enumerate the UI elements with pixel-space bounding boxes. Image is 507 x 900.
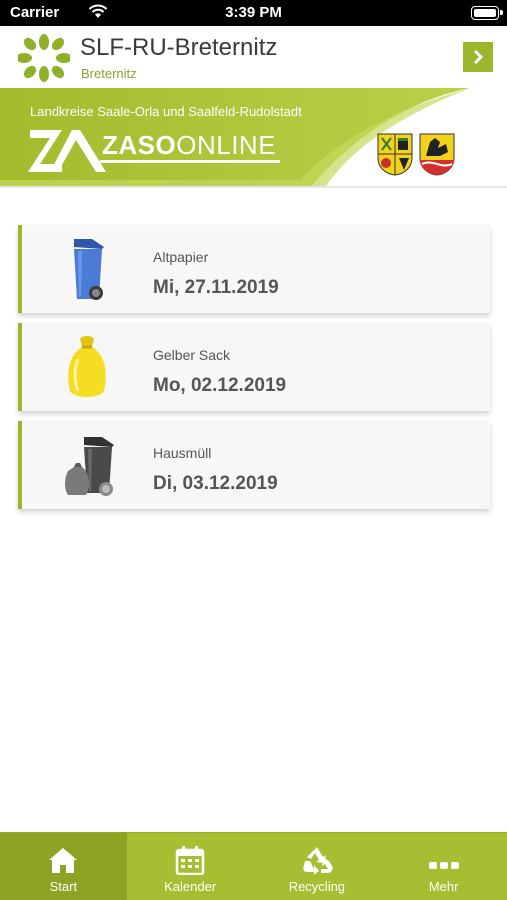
clock: 3:39 PM <box>225 4 282 21</box>
next-location-button[interactable] <box>463 42 493 72</box>
app-header: SLF-RU-Breternitz Breternitz <box>0 26 507 90</box>
pickup-date: Di, 03.12.2019 <box>153 473 278 494</box>
page-title: SLF-RU-Breternitz <box>80 34 278 61</box>
tab-bar: Start Kalender Recycling Mehr <box>0 832 507 900</box>
zaso-banner: Landkreise Saale-Orla und Saalfeld-Rudol… <box>0 88 507 188</box>
black-bin-icon <box>62 431 118 499</box>
pickup-label: Hausmüll <box>153 445 212 461</box>
wordmark-underline <box>100 160 280 163</box>
pickup-label: Gelber Sack <box>153 347 231 363</box>
battery-icon <box>471 6 503 20</box>
tab-label: Start <box>49 879 78 894</box>
recycling-icon <box>303 847 333 875</box>
banner-region-text: Landkreise Saale-Orla und Saalfeld-Rudol… <box>30 104 302 119</box>
blue-bin-icon <box>64 235 110 303</box>
tab-label: Mehr <box>428 879 459 894</box>
pickup-card-altpapier[interactable]: Altpapier Mi, 27.11.2019 <box>18 225 490 313</box>
pickup-date: Mo, 02.12.2019 <box>153 375 287 396</box>
calendar-icon <box>175 846 205 875</box>
pickup-list: Altpapier Mi, 27.11.2019 Gelber Sack Mo,… <box>18 225 490 519</box>
pickup-date: Mi, 27.11.2019 <box>153 277 279 298</box>
status-bar: Carrier 3:39 PM <box>0 0 507 26</box>
pickup-card-hausmuell[interactable]: Hausmüll Di, 03.12.2019 <box>18 421 490 509</box>
brand-bold: ZASO <box>102 130 177 160</box>
tab-start[interactable]: Start <box>0 833 127 900</box>
tab-kalender[interactable]: Kalender <box>127 833 254 900</box>
pickup-card-gelber-sack[interactable]: Gelber Sack Mo, 02.12.2019 <box>18 323 490 411</box>
zaso-online-wordmark: ZASOONLINE <box>102 130 276 161</box>
home-icon <box>49 848 78 873</box>
yellow-sack-icon <box>64 333 110 401</box>
za-brand-mark <box>28 130 106 172</box>
coat-of-arms-saalfeld-rudolstadt-icon <box>418 132 456 176</box>
location-subtitle: Breternitz <box>81 66 137 81</box>
chevron-right-icon <box>473 50 484 64</box>
tab-label: Recycling <box>288 879 346 894</box>
more-dots-icon <box>428 862 459 869</box>
tab-recycling[interactable]: Recycling <box>254 833 381 900</box>
tab-label: Kalender <box>164 879 217 894</box>
leaf-flower-logo-icon <box>16 34 72 82</box>
brand-light: ONLINE <box>176 130 277 160</box>
coat-of-arms-saale-orla-icon <box>376 132 414 176</box>
tab-mehr[interactable]: Mehr <box>380 833 507 900</box>
pickup-label: Altpapier <box>153 249 209 265</box>
